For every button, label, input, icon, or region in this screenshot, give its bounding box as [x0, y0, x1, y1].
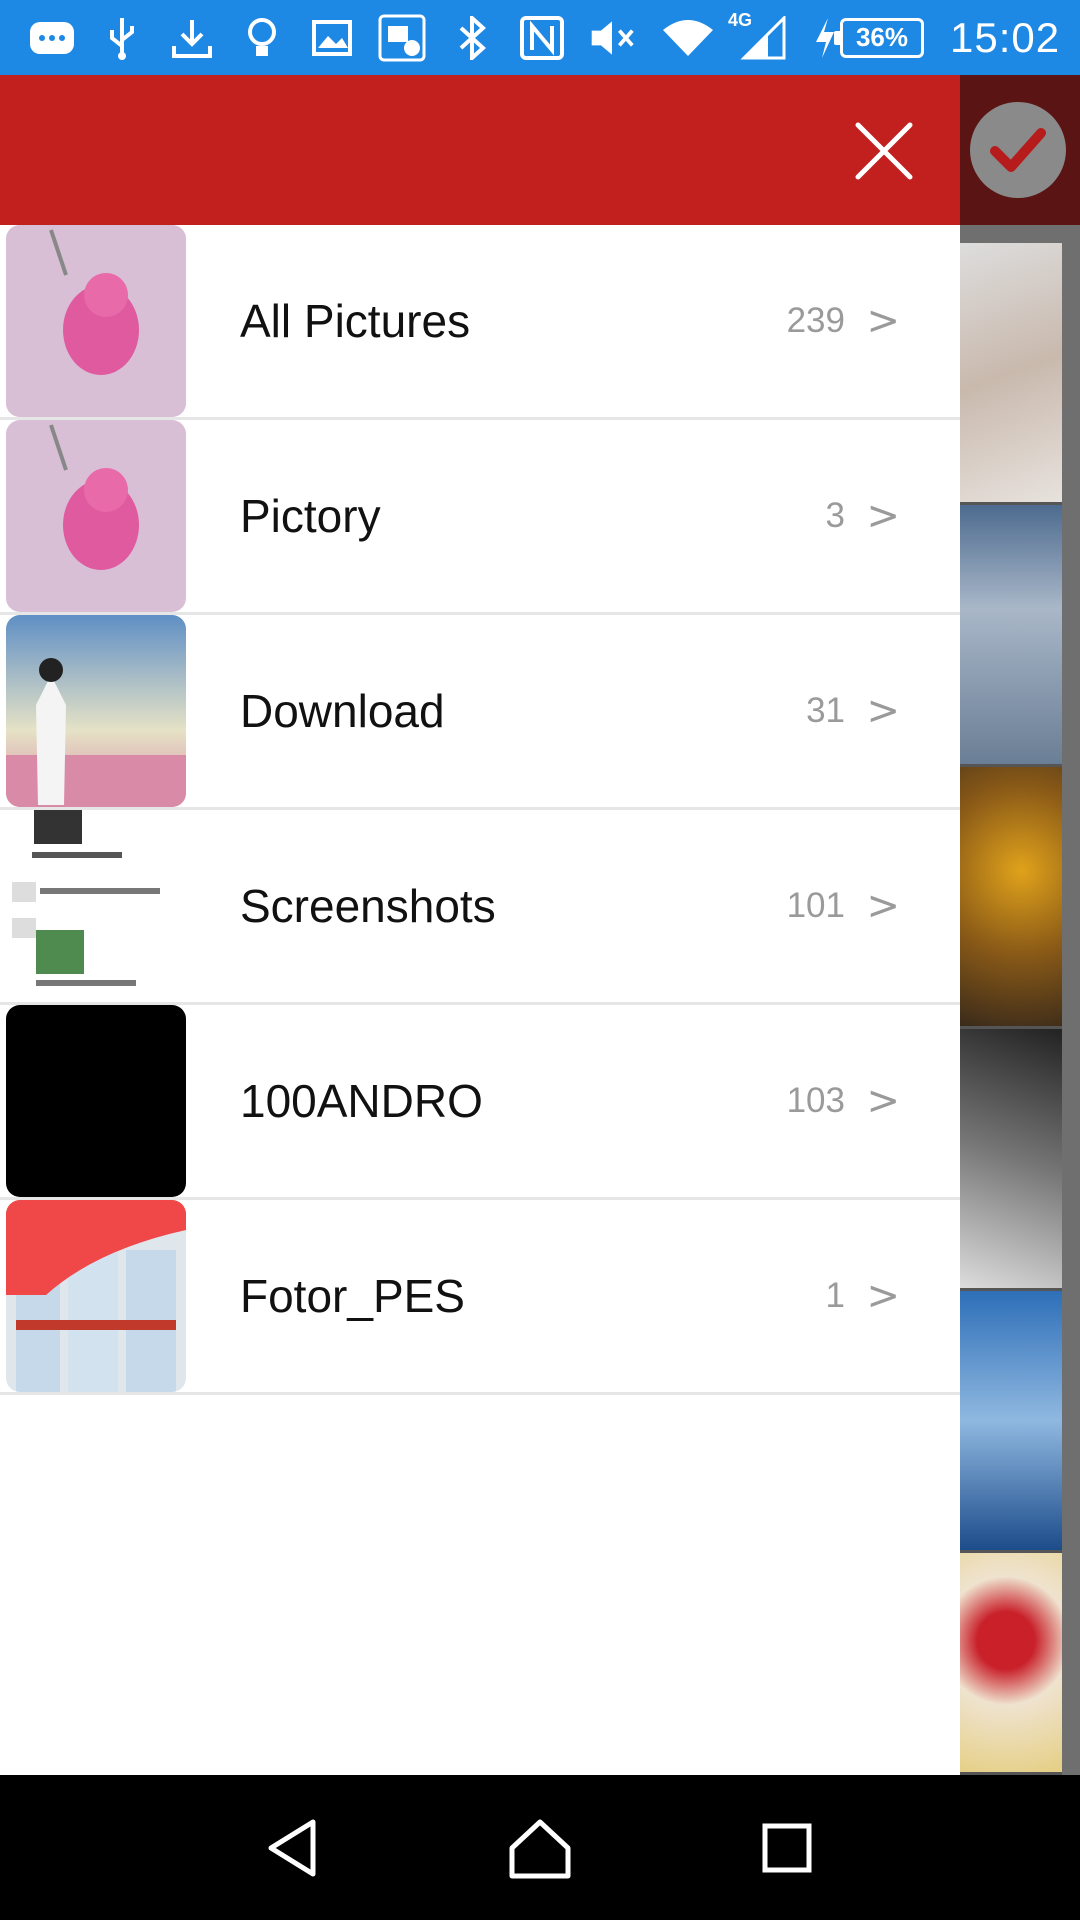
album-count: 3	[825, 496, 845, 535]
nfc-icon	[518, 15, 566, 60]
close-button[interactable]	[848, 115, 920, 187]
close-icon	[855, 122, 913, 180]
usb-icon	[98, 16, 146, 60]
album-thumbnail	[6, 420, 186, 612]
album-name: Fotor_PES	[240, 1270, 465, 1322]
album-name: All Pictures	[240, 295, 471, 347]
chevron-right-icon: >	[866, 298, 900, 344]
recents-button[interactable]	[747, 1808, 827, 1888]
album-thumbnail	[6, 225, 186, 417]
album-thumbnail	[6, 810, 186, 1002]
album-count: 1	[825, 1276, 845, 1315]
home-icon	[509, 1819, 571, 1878]
network-type-label: 4G	[728, 9, 753, 30]
chevron-right-icon: >	[866, 1273, 900, 1319]
gallery-thumbnail[interactable]	[960, 767, 1062, 1029]
album-count: 31	[806, 691, 845, 730]
album-drawer: All Pictures 239 > Pictory 3 > Download …	[0, 75, 960, 1775]
message-icon	[28, 16, 76, 60]
home-button[interactable]	[500, 1808, 580, 1888]
gallery-thumbnail[interactable]	[960, 243, 1062, 505]
image-icon	[308, 16, 356, 60]
album-thumbnail	[6, 1005, 186, 1197]
confirm-button[interactable]	[970, 102, 1066, 198]
recents-icon	[762, 1823, 812, 1872]
gallery-thumbnail[interactable]	[960, 1553, 1062, 1775]
album-count: 239	[786, 301, 845, 340]
album-count: 103	[786, 1081, 845, 1120]
wifi-icon	[658, 16, 718, 60]
download-icon	[168, 16, 216, 60]
battery-indicator: 36%	[834, 17, 924, 58]
status-bar: 4G 36% 15:02	[0, 0, 1080, 75]
album-thumbnail	[6, 615, 186, 807]
album-name: 100ANDRO	[240, 1075, 483, 1127]
album-name: Pictory	[240, 490, 381, 542]
navigation-bar	[0, 1775, 1080, 1920]
signal-icon: 4G	[728, 10, 788, 60]
album-list: All Pictures 239 > Pictory 3 > Download …	[0, 225, 960, 1395]
album-row-fotor-pes[interactable]: Fotor_PES 1 >	[0, 1200, 960, 1395]
check-icon	[990, 128, 1046, 172]
bluetooth-icon	[448, 15, 496, 60]
battery-level: 36%	[855, 22, 909, 52]
photo-check-icon	[378, 14, 426, 61]
album-name: Download	[240, 685, 445, 737]
album-thumbnail	[6, 1200, 186, 1392]
album-row-screenshots[interactable]: Screenshots 101 >	[0, 810, 960, 1005]
drawer-header	[0, 75, 960, 225]
clock: 15:02	[950, 13, 1061, 61]
bulb-icon	[238, 16, 286, 60]
back-button[interactable]	[253, 1808, 333, 1888]
back-icon	[268, 1819, 316, 1876]
chevron-right-icon: >	[866, 493, 900, 539]
gallery-thumbnail[interactable]	[960, 505, 1062, 767]
album-name: Screenshots	[240, 880, 496, 932]
album-row-all-pictures[interactable]: All Pictures 239 >	[0, 225, 960, 420]
gallery-thumbnail[interactable]	[960, 1291, 1062, 1553]
gallery-thumbnail[interactable]	[960, 1029, 1062, 1291]
album-row-download[interactable]: Download 31 >	[0, 615, 960, 810]
album-count: 101	[786, 886, 845, 925]
album-row-100andro[interactable]: 100ANDRO 103 >	[0, 1005, 960, 1200]
chevron-right-icon: >	[866, 688, 900, 734]
mute-icon	[588, 16, 636, 60]
album-row-pictory[interactable]: Pictory 3 >	[0, 420, 960, 615]
chevron-right-icon: >	[866, 1078, 900, 1124]
chevron-right-icon: >	[866, 883, 900, 929]
background-gallery	[960, 225, 1080, 1775]
